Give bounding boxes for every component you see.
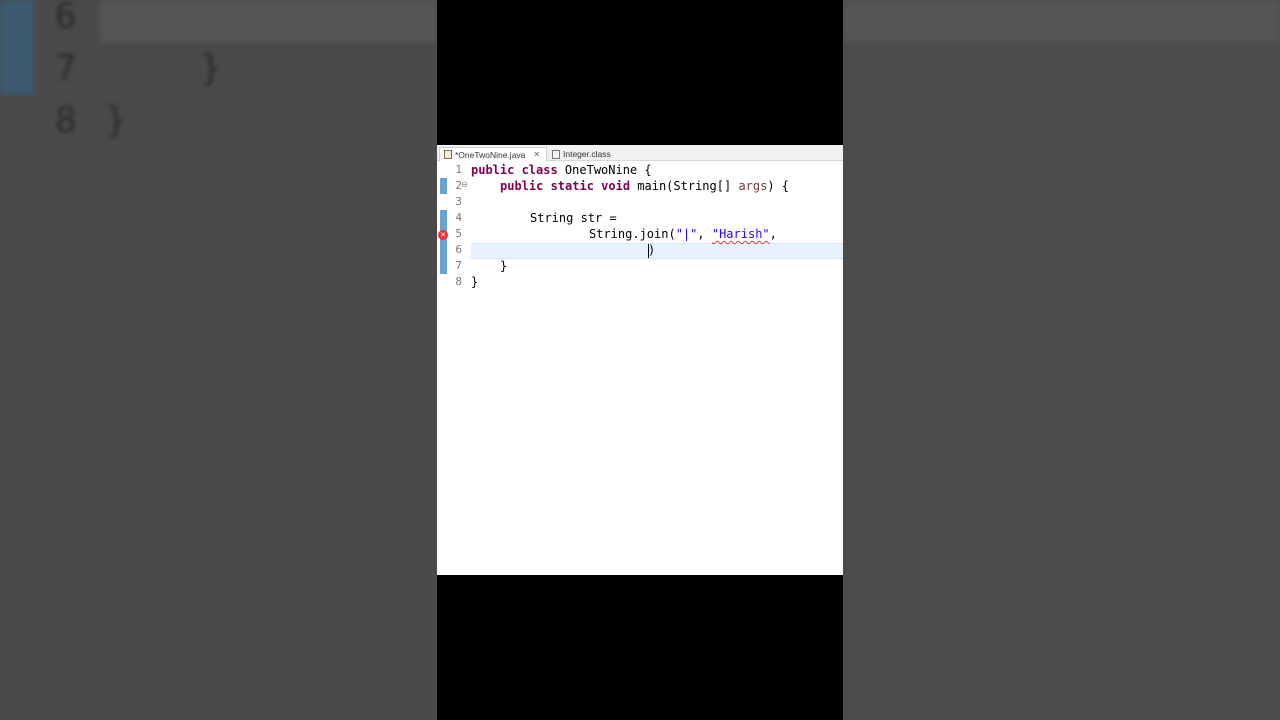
code-line-1[interactable]: public class OneTwoNine { (471, 162, 652, 178)
line-number: 4 (455, 211, 462, 224)
class-file-icon (552, 149, 560, 159)
line-number: 6 (455, 243, 462, 256)
code-text: , (697, 227, 712, 241)
line-number: 3 (455, 195, 462, 208)
tab-label: Integer.class (563, 149, 611, 159)
java-file-icon (444, 150, 452, 159)
line-number: 5 (455, 227, 462, 240)
string-literal-error: "Harish" (711, 227, 770, 241)
background-gutter (0, 0, 34, 95)
code-line-6[interactable]: ) (648, 242, 655, 258)
code-text: OneTwoNine { (564, 163, 652, 177)
background-brace: } (200, 48, 222, 89)
background-right-blur (843, 0, 1280, 720)
code-text: String.join( (589, 227, 676, 241)
line-number: 2 (455, 179, 462, 192)
background-highlight-band (843, 0, 1280, 42)
code-editor[interactable]: *OneTwoNine.java ✕ Integer.class 1 2 ⊖ 3… (437, 145, 843, 575)
code-line-4[interactable]: String str = (530, 210, 617, 226)
text-caret (648, 244, 649, 258)
code-line-5[interactable]: String.join("|", "Harish", (589, 226, 777, 242)
code-line-2[interactable]: public static void main(String[] args) { (500, 178, 789, 194)
background-line-number: 7 (55, 48, 77, 89)
tab-onetwonine-java[interactable]: *OneTwoNine.java ✕ (439, 147, 547, 161)
keyword: public class (471, 163, 565, 177)
tab-label: *OneTwoNine.java (455, 149, 526, 160)
tab-integer-class[interactable]: Integer.class (549, 147, 611, 161)
parameter-name: args (738, 179, 768, 193)
fold-icon[interactable]: ⊖ (461, 180, 468, 189)
background-left-blur: 6 7 } 8 } (0, 0, 437, 720)
code-text: , (769, 227, 777, 241)
line-number: 1 (455, 163, 462, 176)
background-line-number: 8 (55, 100, 77, 141)
keyword: public static void (500, 179, 638, 193)
string-literal: "|" (675, 227, 698, 241)
line-number: 8 (455, 275, 462, 288)
editor-tab-bar: *OneTwoNine.java ✕ Integer.class (437, 145, 843, 161)
code-text: main(String[] (637, 179, 739, 193)
line-number: 7 (455, 259, 462, 272)
close-icon[interactable]: ✕ (533, 150, 540, 159)
code-line-8[interactable]: } (471, 274, 478, 290)
current-line-highlight (471, 243, 843, 259)
background-brace: } (105, 100, 127, 141)
background-highlight-band (100, 0, 437, 42)
code-line-7[interactable]: } (500, 258, 507, 274)
code-text: ) { (767, 179, 790, 193)
background-line-number: 6 (55, 0, 77, 37)
